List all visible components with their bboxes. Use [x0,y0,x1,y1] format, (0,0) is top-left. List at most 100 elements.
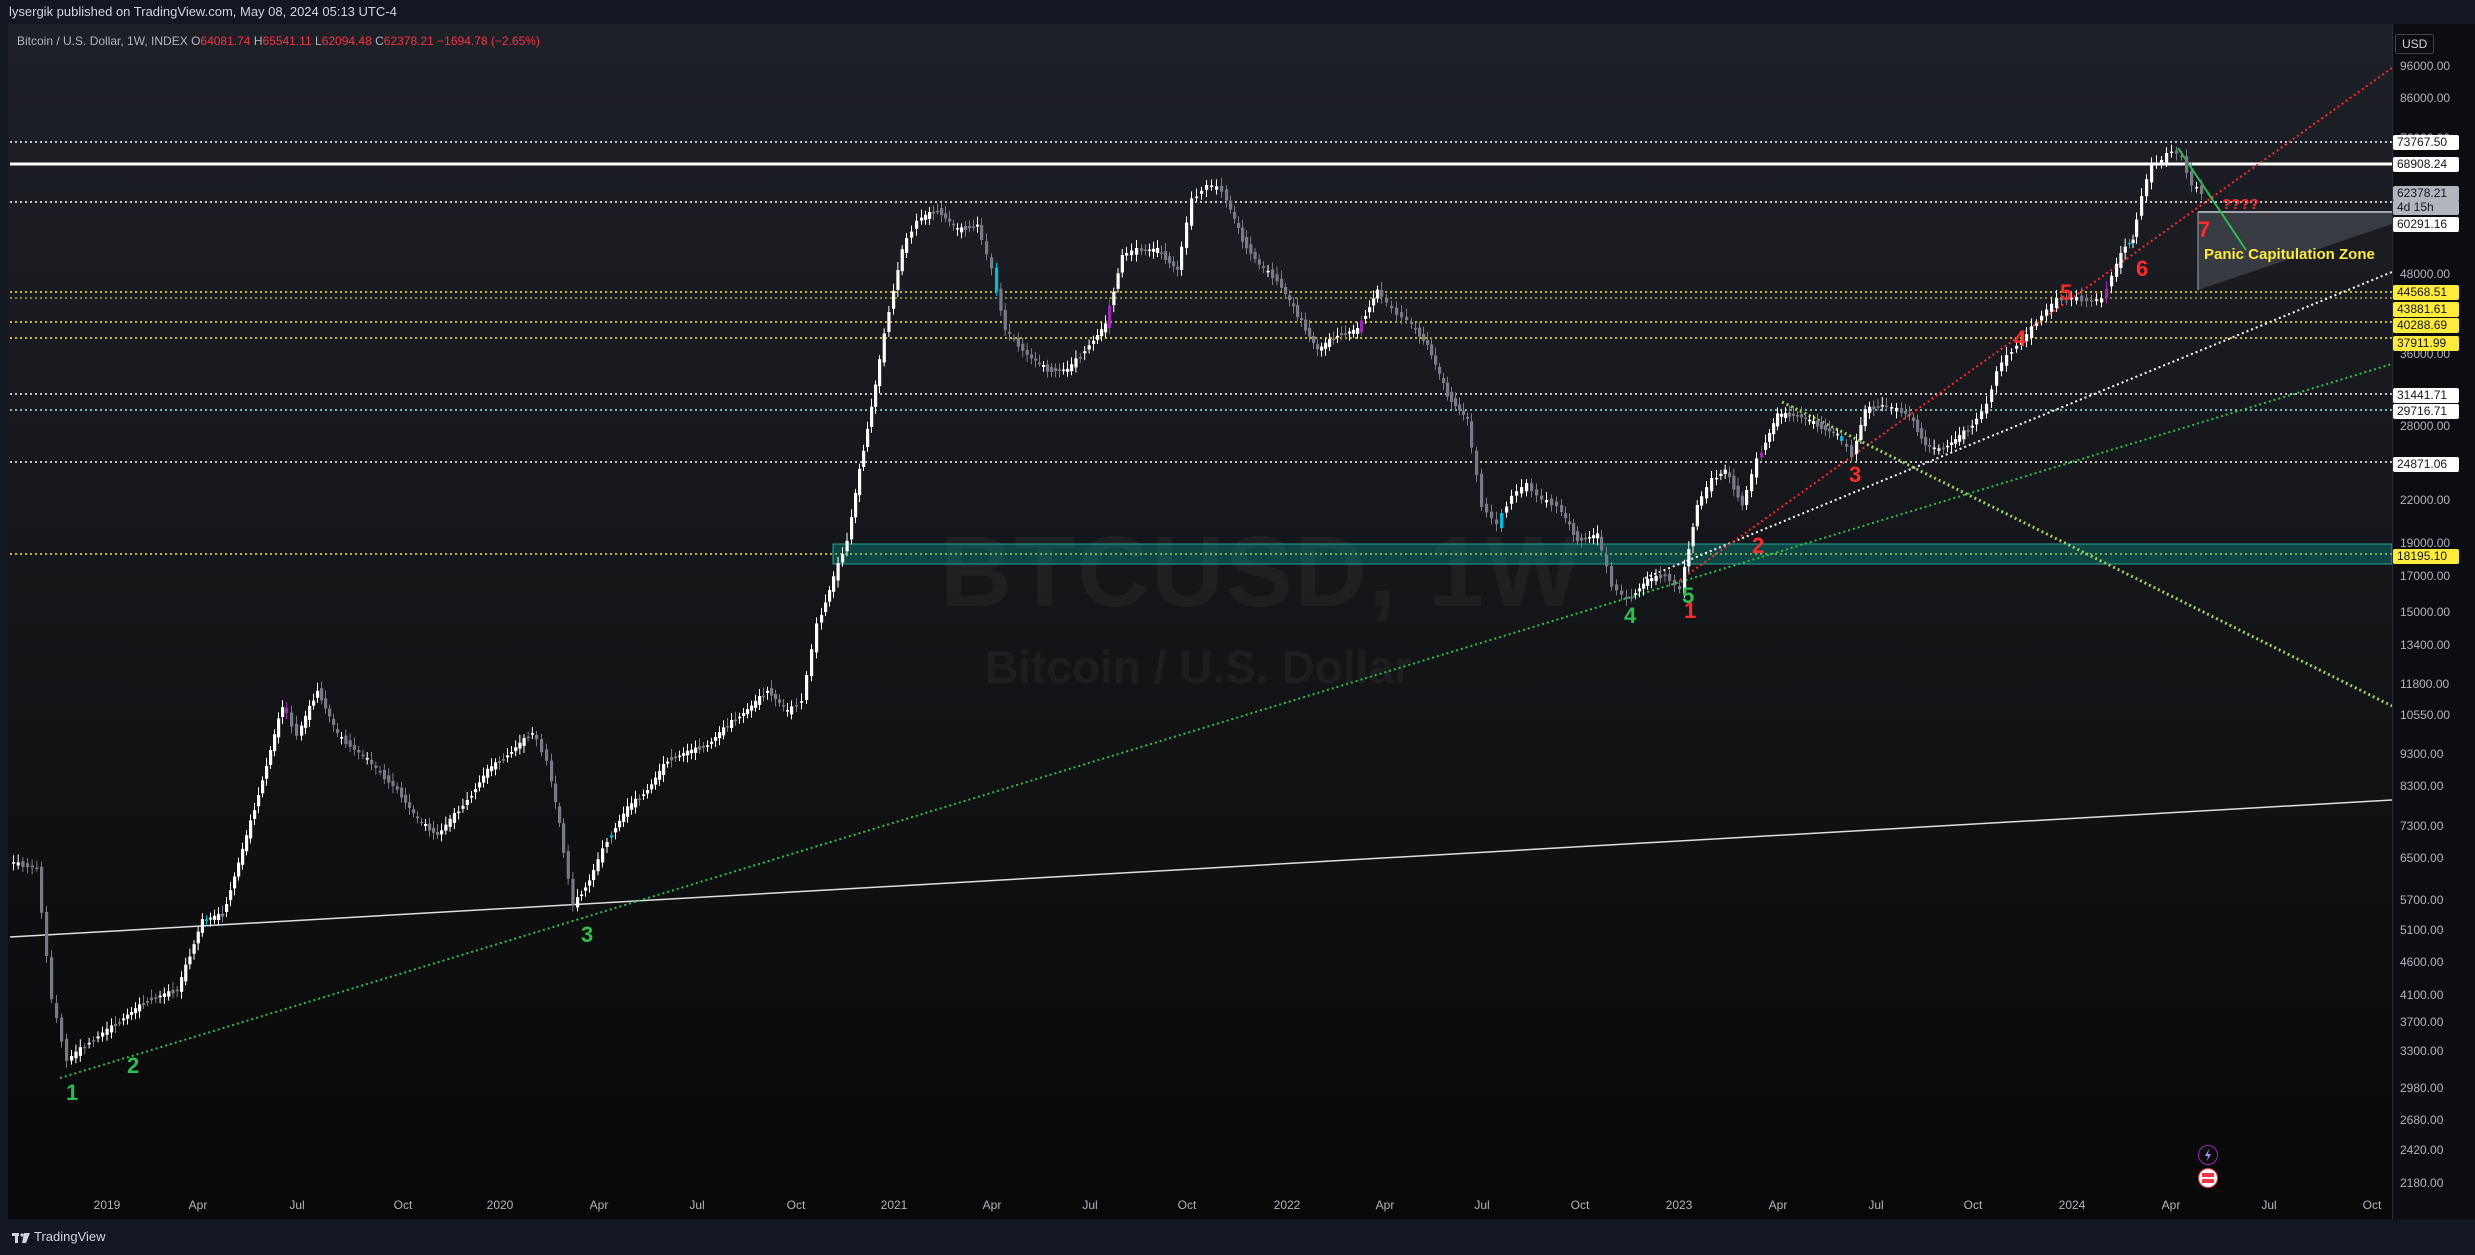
candle-body [45,912,49,956]
wave-red-5: 5 [2060,280,2073,305]
candle-body [316,690,320,698]
candle-body [158,995,162,998]
candle-body [1695,505,1699,527]
candle-body [474,789,478,793]
candle-body [706,745,710,747]
candle-body [1920,428,1924,439]
label-40288: 40288.69 [2393,318,2459,333]
candle-body [1241,227,1245,242]
candle-body [448,818,452,827]
price-tick: 17000.00 [2400,569,2451,583]
candle-body [2035,323,2039,326]
candle-body [518,742,522,749]
candle-body [1042,365,1046,367]
candle-body [2145,179,2149,197]
candle-body [1108,305,1112,328]
candle-body [328,708,332,717]
wave-green-3: 3 [581,922,594,947]
candle-body [535,735,539,740]
candle-body [896,270,900,290]
candle-body [866,428,870,447]
candle-body [1800,414,1804,418]
candle-body [900,249,904,272]
candle-body [960,227,964,233]
candle-body [800,701,804,703]
tradingview-brand[interactable]: TradingView [12,1229,106,1244]
price-tick: 5700.00 [2400,893,2444,907]
candle-body [576,897,580,908]
candle-body [972,226,976,228]
candle-body [1271,269,1275,279]
candle-body [2080,295,2084,302]
candle-body [348,740,352,747]
candle-body [50,957,54,1000]
time-tick: Jul [1082,1198,1098,1212]
time-tick: Oct [786,1198,806,1212]
candle-body [1156,248,1160,253]
candle-body [114,1024,118,1026]
candle-body [522,738,526,746]
time-tick: Apr [1375,1198,1395,1212]
candle-body [2090,300,2094,302]
candle-body [815,623,819,653]
candle-body [2005,355,2009,366]
candle-body [1584,537,1588,540]
candle-body [1576,531,1580,542]
candle-body [1237,223,1241,228]
candle-body [1950,442,1954,445]
candle-body [1530,483,1534,492]
candle-body [1836,433,1840,436]
wave-red-7: 7 [2198,217,2211,242]
candle-body [924,214,928,220]
candle-body [1446,382,1450,397]
candle-body [1908,413,1912,416]
candle-body [1160,252,1164,254]
flag-icon[interactable] [2198,1168,2218,1188]
candle-body [824,602,828,613]
candle-body [1054,368,1058,372]
candle-body [545,749,549,761]
price-tick: 7300.00 [2400,819,2444,833]
candle-body [1450,392,1454,402]
candle-body [1719,473,1723,477]
candle-body [714,737,718,741]
candle-body [1140,248,1144,252]
price-tick: 9300.00 [2400,747,2444,761]
candle-body [1205,185,1209,190]
candle-body [486,768,490,778]
candle-body [1540,495,1544,500]
candle-body [1812,421,1816,424]
candle-body [55,1003,59,1018]
label-44568: 44568.51 [2393,285,2459,300]
candle-body [936,210,940,213]
candle-body [1980,411,1984,419]
candle-body [1638,588,1642,592]
label-68908: 68908.24 [2393,157,2459,172]
candle-body [738,716,742,719]
candle-body [1634,593,1638,595]
label-31441: 31441.71 [2393,388,2459,403]
price-tick: 2680.00 [2400,1113,2444,1127]
candle-body [285,708,289,713]
candle-body [588,880,592,886]
candle-body [596,859,600,872]
candle-body [506,755,510,758]
candle-body [810,649,814,677]
candle-body [1324,342,1328,349]
candle-body [1610,565,1614,587]
question-marks: ???? [2222,196,2259,213]
candle-body [1600,536,1604,551]
candle-body [1824,425,1828,431]
lightning-icon[interactable] [2198,1145,2218,1165]
candle-body [766,690,770,693]
candle-body [726,726,730,728]
candle-body [638,798,642,800]
candle-body [440,830,444,835]
candle-body [273,734,277,752]
currency-button[interactable]: USD [2395,34,2435,54]
candle-body [2155,163,2159,165]
candles [12,144,2204,1068]
candle-body [710,741,714,744]
candle-body [1490,511,1494,519]
candle-body [690,749,694,754]
